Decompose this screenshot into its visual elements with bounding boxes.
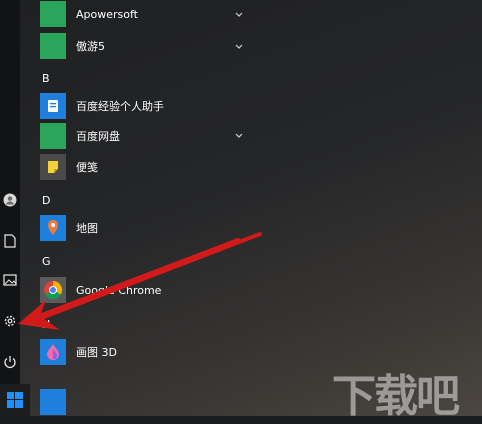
arrow-line-2 xyxy=(32,238,240,320)
arrow-line-1 xyxy=(34,232,262,322)
watermark-logo: 下载吧 xyxy=(332,360,464,422)
annotation-arrows xyxy=(18,232,262,330)
watermark-text: 下载吧 xyxy=(332,371,460,422)
